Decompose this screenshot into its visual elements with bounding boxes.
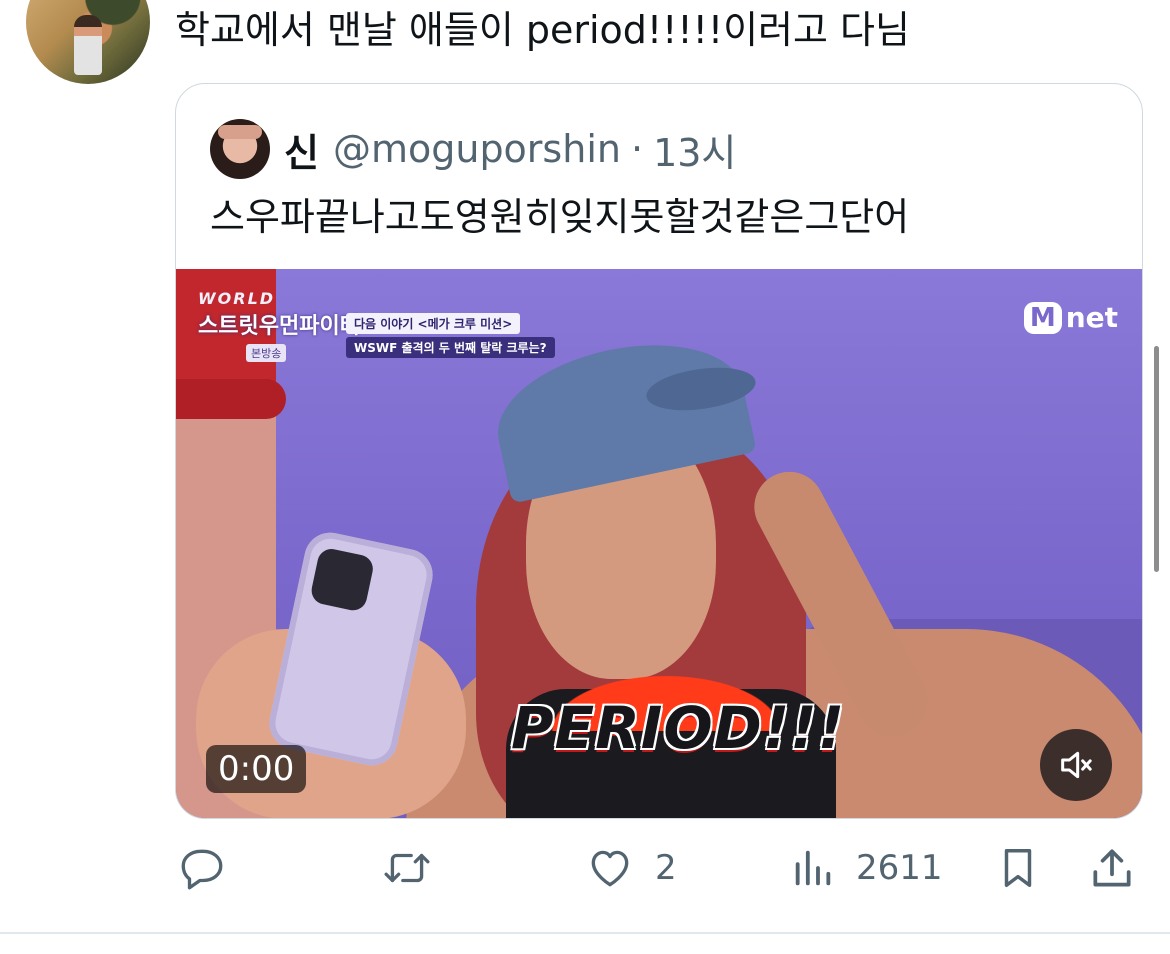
reply-icon	[177, 843, 227, 893]
separator-dot: ·	[630, 127, 644, 171]
channel-logo-m: M	[1023, 301, 1062, 334]
episode-info-line2: WSWF 출격의 두 번째 탈락 크루는?	[346, 337, 555, 358]
quoted-tweet-header: 신 @moguporshin · 13시	[210, 118, 736, 180]
video-timer: 0:00	[206, 745, 307, 793]
quoted-tweet-card[interactable]: 신 @moguporshin · 13시 스우파끝나고도영원히잊지못할것같은그단…	[175, 83, 1143, 819]
retweet-button[interactable]	[380, 835, 434, 901]
tweet-text: 학교에서 맨날 애들이 period!!!!!이러고 다님	[175, 8, 910, 52]
views-count: 2611	[856, 848, 943, 888]
share-button[interactable]	[1087, 835, 1137, 901]
volume-muted-icon[interactable]	[1040, 729, 1112, 801]
quoted-author-avatar[interactable]	[210, 119, 270, 179]
show-logo-top: WORLD	[198, 289, 276, 308]
quoted-tweet-text: 스우파끝나고도영원히잊지못할것같은그단어	[210, 195, 910, 239]
tweet-divider	[0, 932, 1170, 934]
views-button[interactable]: 2611	[790, 835, 943, 901]
quoted-timestamp[interactable]: 13시	[653, 122, 736, 177]
avatar-photo-subject	[74, 15, 102, 75]
channel-logo-text: net	[1065, 301, 1118, 334]
retweet-icon	[380, 843, 434, 893]
show-logo-main: 스트릿우먼파이터	[198, 314, 360, 339]
like-button[interactable]: 2	[585, 835, 677, 901]
bookmark-icon	[995, 841, 1041, 895]
tweet-author-avatar[interactable]	[26, 0, 150, 84]
like-count: 2	[655, 848, 677, 888]
video-caption: PERIOD!!!	[511, 694, 846, 762]
show-logo-sub: 본방송	[246, 344, 287, 362]
video-player[interactable]: WORLD 스트릿우먼파이터 본방송 다음 이야기 <메가 크루 미션> WSW…	[176, 269, 1142, 818]
bookmark-button[interactable]	[995, 835, 1041, 901]
share-icon	[1087, 843, 1137, 893]
episode-info-line1: 다음 이야기 <메가 크루 미션>	[346, 313, 521, 334]
channel-logo: M net	[1023, 301, 1118, 334]
reply-button[interactable]	[177, 835, 227, 901]
heart-icon	[585, 843, 635, 893]
video-scene-left-cap	[176, 379, 286, 419]
episode-info-banner: 다음 이야기 <메가 크루 미션> WSWF 출격의 두 번째 탈락 크루는?	[346, 313, 555, 358]
quoted-author-handle[interactable]: @moguporshin	[333, 127, 621, 171]
quoted-author-name[interactable]: 신	[284, 122, 319, 177]
show-logo: WORLD 스트릿우먼파이터 본방송	[198, 289, 360, 369]
scrollbar[interactable]	[1154, 346, 1159, 572]
views-chart-icon	[790, 843, 836, 893]
tweet-action-bar: 2 2611	[175, 835, 1141, 901]
